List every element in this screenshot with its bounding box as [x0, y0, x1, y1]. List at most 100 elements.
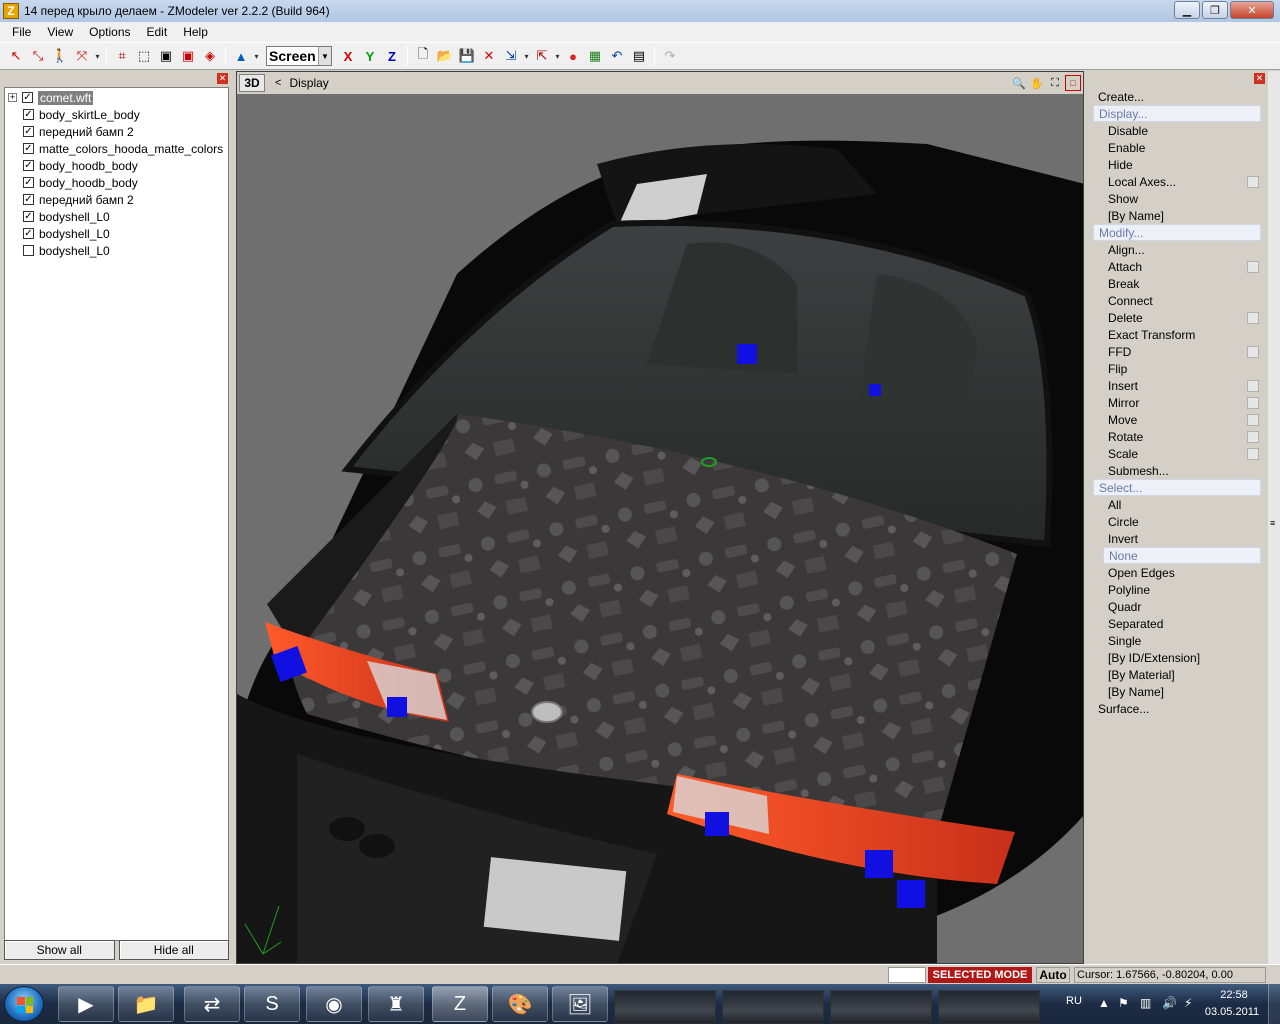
texture-icon[interactable]: ▦ — [585, 46, 605, 66]
save-icon[interactable]: 💾 — [457, 46, 477, 66]
restore-button[interactable]: ❐ — [1202, 1, 1228, 19]
show-all-button[interactable]: Show all — [4, 940, 115, 960]
command-show[interactable]: Show — [1093, 190, 1261, 207]
selection-mode-badge[interactable]: SELECTED MODE — [928, 967, 1032, 983]
command-scale[interactable]: Scale — [1093, 445, 1261, 462]
tree-root-item[interactable]: + ✓ comet.wft — [5, 89, 228, 106]
command-options-icon[interactable] — [1247, 380, 1259, 392]
coordinate-system-select[interactable]: Screen ▼ — [266, 46, 332, 66]
command-hide[interactable]: Hide — [1093, 156, 1261, 173]
photo-viewer-taskbar-icon[interactable]: 🖼 — [552, 986, 608, 1022]
command-options-icon[interactable] — [1247, 414, 1259, 426]
command-options-icon[interactable] — [1247, 448, 1259, 460]
axis-y-toggle[interactable]: Y — [360, 46, 380, 66]
axis-x-toggle[interactable]: X — [338, 46, 358, 66]
export-dropdown-icon[interactable]: ▾ — [554, 46, 561, 66]
visibility-checkbox[interactable]: ✓ — [23, 177, 34, 188]
clock-date[interactable]: 03.05.2011 — [1200, 1006, 1264, 1018]
axis-z-toggle[interactable]: Z — [382, 46, 402, 66]
command-single[interactable]: Single — [1093, 632, 1261, 649]
tree-item[interactable]: ✓ bodyshell_L0 — [5, 208, 228, 225]
command-align[interactable]: Align... — [1093, 241, 1261, 258]
command-submesh[interactable]: Submesh... — [1093, 462, 1261, 479]
zmodeler-taskbar-icon[interactable]: Z — [432, 986, 488, 1022]
command-insert[interactable]: Insert — [1093, 377, 1261, 394]
car-render[interactable] — [237, 94, 1084, 964]
notes-icon[interactable]: ▤ — [629, 46, 649, 66]
tree-item[interactable]: ✓ body_hoodb_body — [5, 157, 228, 174]
clock-time[interactable]: 22:58 — [1212, 989, 1256, 1001]
command-group-modify[interactable]: Modify... — [1093, 224, 1261, 241]
select-move-icon[interactable]: ⤡ — [28, 46, 48, 66]
command-by-name[interactable]: [By Name] — [1093, 207, 1261, 224]
command-ffd[interactable]: FFD — [1093, 343, 1261, 360]
undo-icon[interactable]: ↶ — [607, 46, 627, 66]
zmodeler-app-icon[interactable]: Z — [3, 3, 19, 19]
viewport-mode-button[interactable]: 3D — [239, 74, 265, 92]
command-enable[interactable]: Enable — [1093, 139, 1261, 156]
command-options-icon[interactable] — [1247, 431, 1259, 443]
import-dropdown-icon[interactable]: ▾ — [523, 46, 530, 66]
visibility-checkbox[interactable]: ✓ — [23, 211, 34, 222]
command-connect[interactable]: Connect — [1093, 292, 1261, 309]
pivot-icon[interactable]: ▲ — [231, 46, 251, 66]
tree-item[interactable]: bodyshell_L0 — [5, 242, 228, 259]
new-file-icon[interactable]: 🗋 — [413, 46, 433, 66]
media-player-taskbar-icon[interactable]: ▶ — [58, 986, 114, 1022]
tree-item[interactable]: ✓ body_hoodb_body — [5, 174, 228, 191]
visibility-checkbox[interactable]: ✓ — [23, 160, 34, 171]
command-exact-transform[interactable]: Exact Transform — [1093, 326, 1261, 343]
command-local-axes[interactable]: Local Axes... — [1093, 173, 1261, 190]
redo-icon[interactable]: ↷ — [660, 46, 680, 66]
flash-icon[interactable]: ⚡ — [1184, 996, 1192, 1010]
scroll-grip-icon[interactable]: ≡ — [1270, 518, 1275, 528]
skype-taskbar-icon[interactable]: S — [244, 986, 300, 1022]
command-quadr[interactable]: Quadr — [1093, 598, 1261, 615]
command-panel-scrollbar[interactable]: ≡ — [1268, 71, 1280, 964]
window-thumbnail[interactable] — [830, 990, 932, 1024]
command-none[interactable]: None — [1103, 547, 1261, 564]
command-disable[interactable]: Disable — [1093, 122, 1261, 139]
visibility-checkbox[interactable]: ✓ — [23, 228, 34, 239]
volume-icon[interactable]: 🔊 — [1162, 996, 1177, 1010]
3d-viewport[interactable]: 3D < Display 🔍 ✋ ⛶ □ — [236, 71, 1084, 964]
cube-wire-icon[interactable]: ⬚ — [134, 46, 154, 66]
command-open-edges[interactable]: Open Edges — [1093, 564, 1261, 581]
transform-icon[interactable]: ⤧ — [72, 46, 92, 66]
command-break[interactable]: Break — [1093, 275, 1261, 292]
command-separated[interactable]: Separated — [1093, 615, 1261, 632]
network-icon[interactable]: ▥ — [1140, 996, 1151, 1010]
command-options-icon[interactable] — [1247, 176, 1259, 188]
back-button[interactable]: < — [275, 77, 281, 89]
command-all[interactable]: All — [1093, 496, 1261, 513]
zoom-icon[interactable]: 🔍 — [1011, 75, 1027, 91]
menu-help[interactable]: Help — [175, 25, 216, 39]
close-panel-icon[interactable]: ✕ — [1254, 73, 1265, 84]
command-group-display[interactable]: Display... — [1093, 105, 1261, 122]
cube-solid-icon[interactable]: ▣ — [156, 46, 176, 66]
window-thumbnail[interactable] — [722, 990, 824, 1024]
firefox-taskbar-icon[interactable]: ◉ — [306, 986, 362, 1022]
tree-item[interactable]: ✓ передний бамп 2 — [5, 123, 228, 140]
command-options-icon[interactable] — [1247, 261, 1259, 273]
green-app-taskbar-icon[interactable]: ♜ — [368, 986, 424, 1022]
teamviewer-taskbar-icon[interactable]: ⇄ — [184, 986, 240, 1022]
command-group-select[interactable]: Select... — [1093, 479, 1261, 496]
start-button[interactable] — [4, 986, 44, 1022]
menu-view[interactable]: View — [39, 25, 81, 39]
window-thumbnail[interactable] — [938, 990, 1040, 1024]
command-flip[interactable]: Flip — [1093, 360, 1261, 377]
language-indicator[interactable]: RU — [1066, 995, 1082, 1007]
tree-item[interactable]: ✓ matte_colors_hooda_matte_colors — [5, 140, 228, 157]
command-options-icon[interactable] — [1247, 397, 1259, 409]
delete-icon[interactable]: ✕ — [479, 46, 499, 66]
command-group-create[interactable]: Create... — [1093, 88, 1261, 105]
fit-view-icon[interactable]: ⛶ — [1047, 75, 1063, 91]
command-attach[interactable]: Attach — [1093, 258, 1261, 275]
command-group-surface[interactable]: Surface... — [1093, 700, 1261, 717]
visibility-checkbox[interactable]: ✓ — [23, 109, 34, 120]
vertex-mode-icon[interactable]: ⌗ — [112, 46, 132, 66]
command-move[interactable]: Move — [1093, 411, 1261, 428]
command-options-icon[interactable] — [1247, 312, 1259, 324]
command-by-name[interactable]: [By Name] — [1093, 683, 1261, 700]
